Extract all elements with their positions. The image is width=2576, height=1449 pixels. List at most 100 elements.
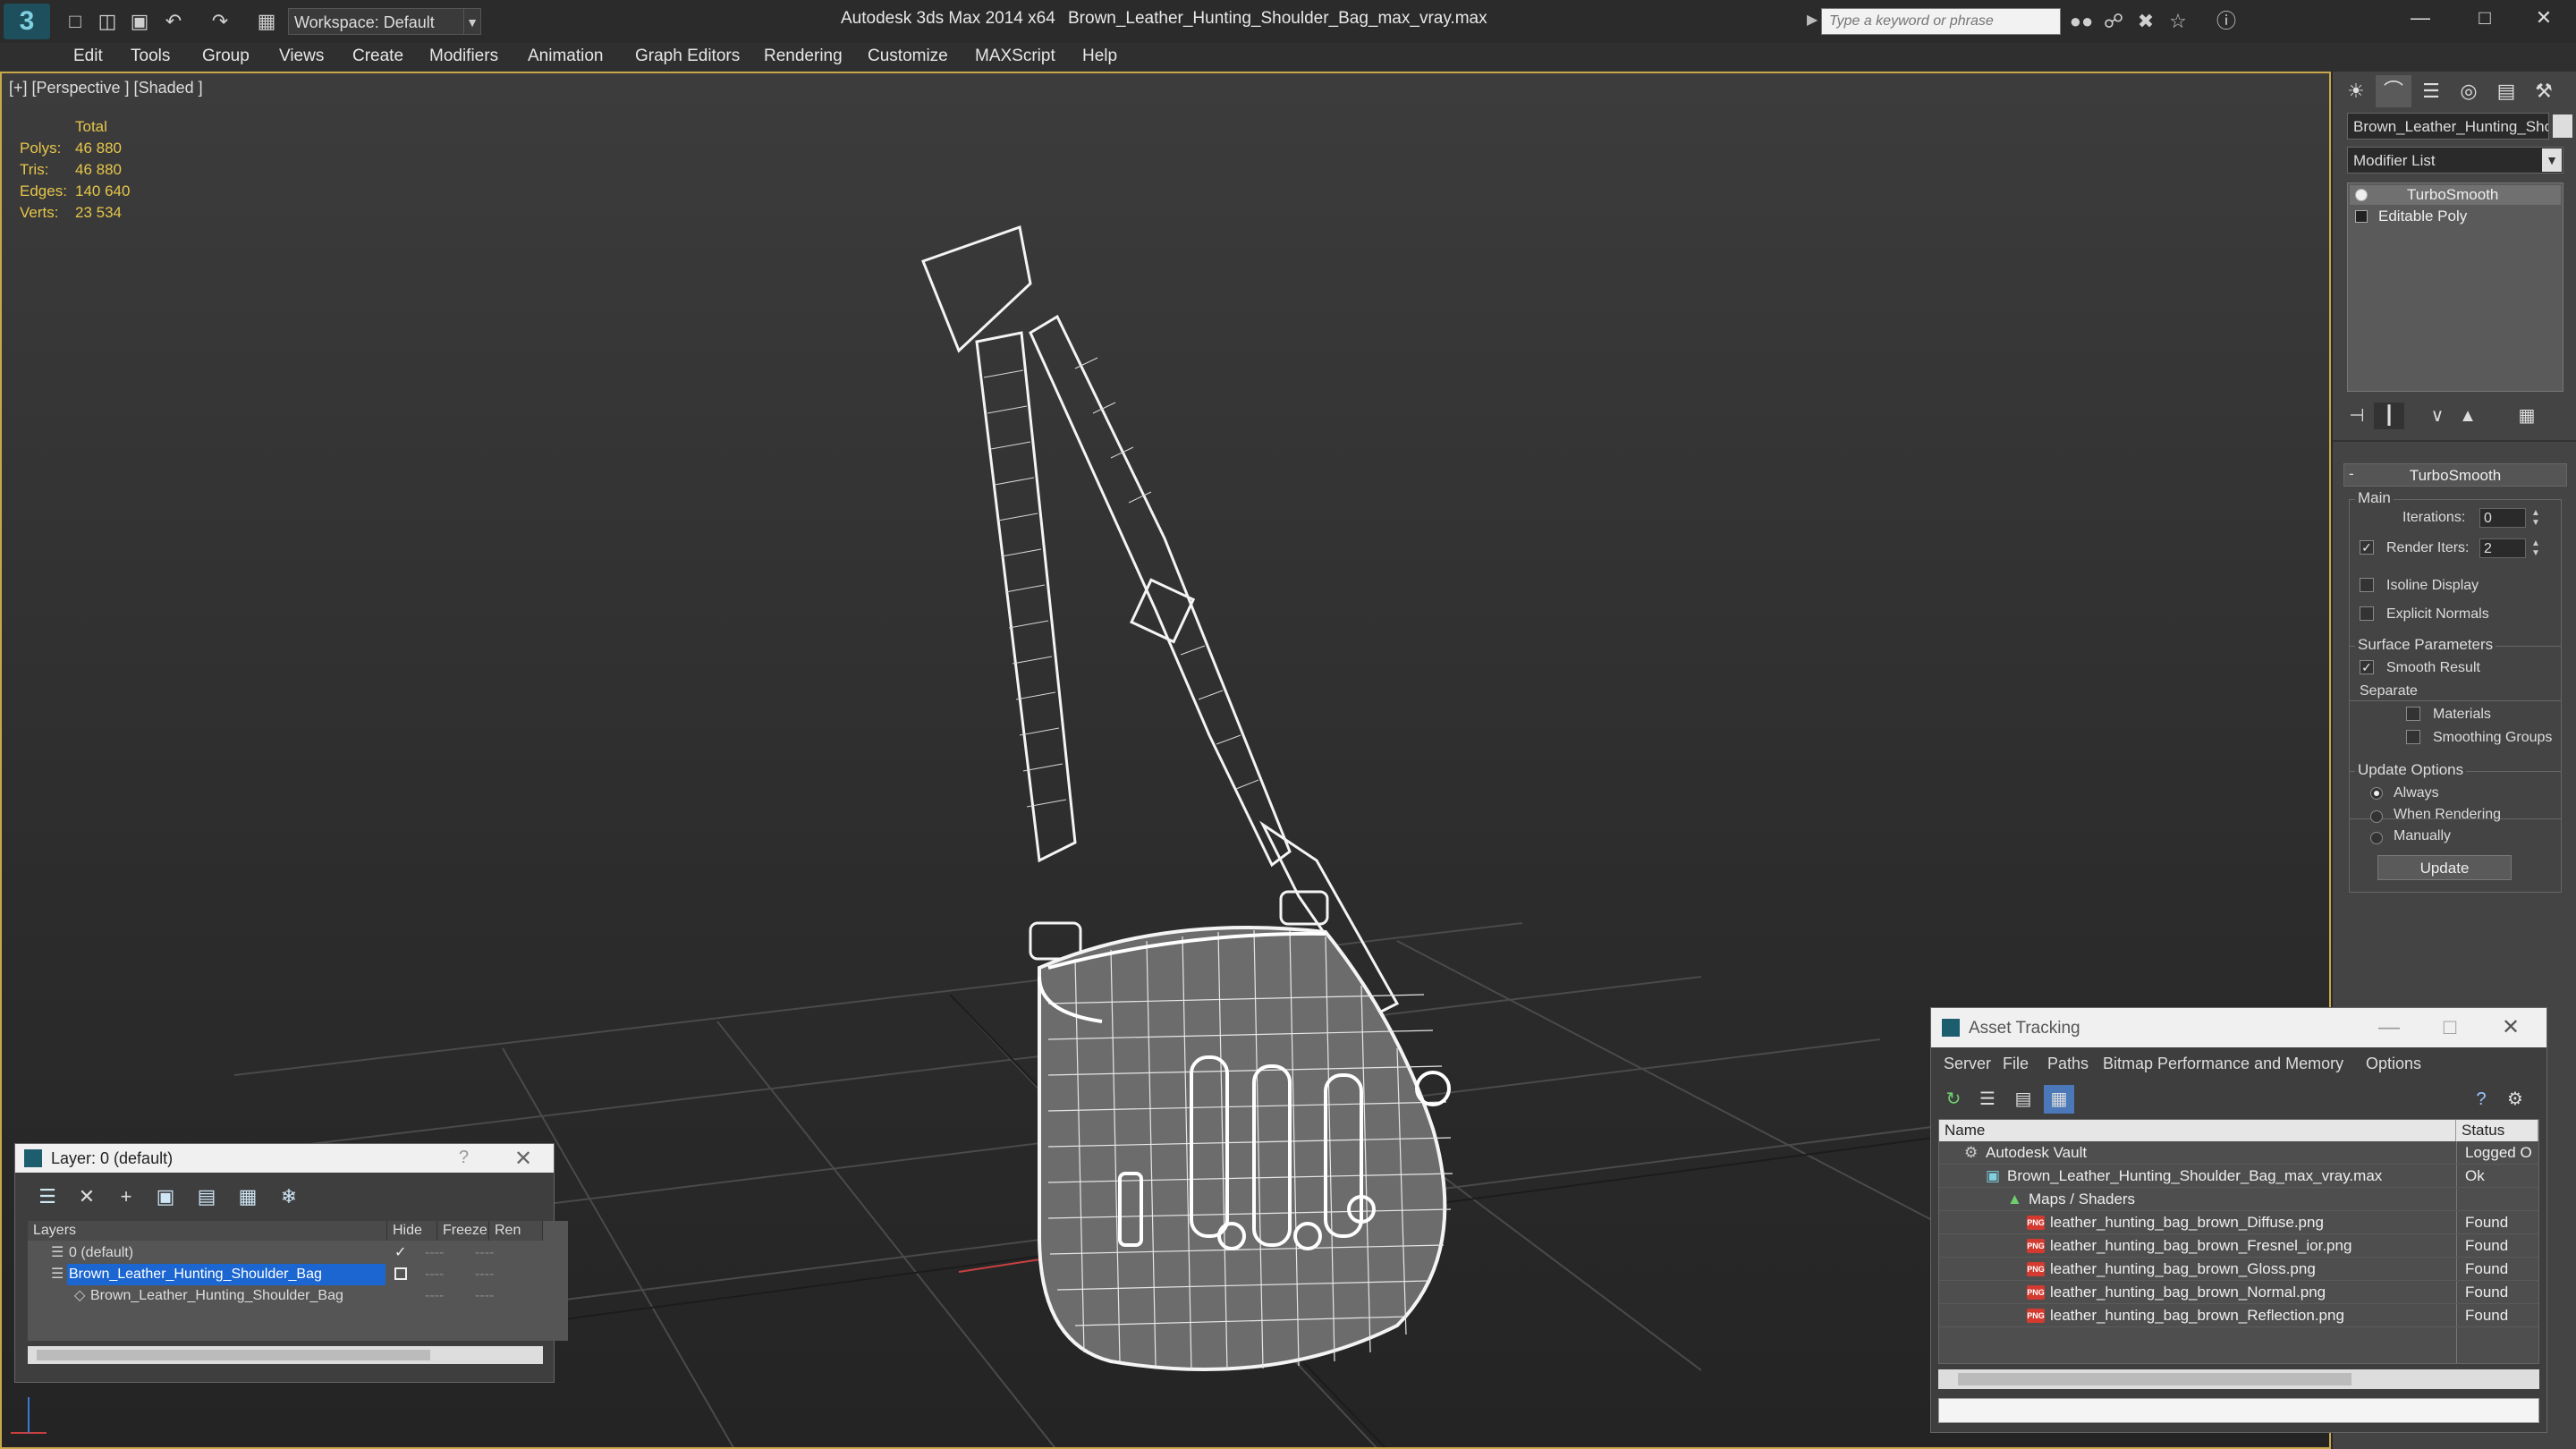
close-icon[interactable]: ✕	[2484, 1013, 2538, 1042]
stack-item-editable-poly[interactable]: Editable Poly	[2350, 207, 2561, 226]
display-tab-icon[interactable]: ▤	[2488, 75, 2524, 107]
menu-maxscript[interactable]: MAXScript	[975, 47, 1055, 66]
menu-options[interactable]: Options	[2366, 1055, 2421, 1073]
new-layer-icon[interactable]: ☰	[31, 1183, 64, 1210]
delete-layer-icon[interactable]: ✕	[71, 1183, 103, 1210]
thumbnail-view-icon[interactable]: ▤	[2008, 1085, 2038, 1114]
add-to-layer-icon[interactable]: +	[110, 1183, 142, 1210]
menu-views[interactable]: Views	[279, 47, 324, 66]
update-button[interactable]: Update	[2377, 855, 2512, 880]
table-row[interactable]: ☰ Brown_Leather_Hunting_Shoulder_Bag ---…	[28, 1264, 543, 1285]
subscription-icon[interactable]: ☍	[2100, 9, 2127, 34]
column-header-name[interactable]: Name	[1939, 1120, 2456, 1141]
binoculars-icon[interactable]: ●●	[2068, 9, 2095, 34]
table-row[interactable]: ▲ Maps / Shaders	[1939, 1188, 2538, 1211]
app-logo-icon[interactable]: 3	[4, 4, 50, 39]
object-name-field[interactable]: Brown_Leather_Hunting_Sho	[2347, 113, 2549, 140]
table-row[interactable]: ◇ Brown_Leather_Hunting_Shoulder_Bag ---…	[28, 1285, 543, 1307]
communication-icon[interactable]: ✖	[2132, 9, 2159, 34]
redo-icon[interactable]: ↷	[208, 9, 233, 34]
menu-animation[interactable]: Animation	[528, 47, 604, 66]
when-rendering-radio[interactable]	[2370, 810, 2383, 823]
object-color-swatch[interactable]	[2553, 114, 2572, 138]
layer-name[interactable]: Brown_Leather_Hunting_Shoulder_Bag	[67, 1264, 386, 1285]
stack-item-turbosmooth[interactable]: TurboSmooth	[2350, 185, 2561, 205]
menu-bitmap-performance[interactable]: Bitmap Performance and Memory	[2103, 1055, 2343, 1073]
pin-stack-icon[interactable]: ⊣	[2342, 402, 2372, 429]
turbosmooth-rollout-header[interactable]: TurboSmooth	[2343, 463, 2567, 487]
help-icon[interactable]: ⓘ	[2213, 9, 2240, 34]
open-file-icon[interactable]: ◫	[95, 9, 120, 34]
column-header-layers[interactable]: Layers	[28, 1221, 387, 1241]
new-file-icon[interactable]: □	[63, 9, 88, 34]
smooth-result-checkbox[interactable]: ✓	[2360, 660, 2374, 674]
modifier-list-dropdown[interactable]: Modifier List	[2347, 147, 2563, 174]
menu-tools[interactable]: Tools	[131, 47, 170, 66]
object-name[interactable]: Brown_Leather_Hunting_Shoulder_Bag	[90, 1285, 343, 1307]
render-iters-checkbox[interactable]: ✓	[2360, 540, 2374, 555]
menu-server[interactable]: Server	[1944, 1055, 1991, 1073]
layer-dialog-titlebar[interactable]: Layer: 0 (default) ? ✕	[15, 1144, 554, 1173]
current-layer-box-icon[interactable]	[394, 1267, 407, 1280]
isoline-display-checkbox[interactable]	[2360, 578, 2374, 592]
table-view-icon[interactable]: ▦	[2044, 1085, 2074, 1114]
asset-tracking-titlebar[interactable]: Asset Tracking — □ ✕	[1931, 1008, 2546, 1047]
maximize-icon[interactable]: □	[2423, 1013, 2477, 1042]
workspace-selector[interactable]: Workspace: Default	[288, 8, 465, 35]
configure-sets-icon[interactable]: ▦	[2512, 402, 2542, 429]
scrollbar-thumb[interactable]	[1958, 1373, 2351, 1385]
minimize-icon[interactable]: —	[2362, 1013, 2416, 1042]
help-icon[interactable]: ?	[2466, 1085, 2496, 1114]
explicit-normals-checkbox[interactable]	[2360, 606, 2374, 621]
close-icon[interactable]: ✕	[2512, 0, 2576, 36]
make-unique-icon[interactable]: ∨	[2422, 402, 2453, 429]
settings-icon[interactable]: ⚙	[2500, 1085, 2530, 1114]
table-row[interactable]: ▣ Brown_Leather_Hunting_Shoulder_Bag_max…	[1939, 1165, 2538, 1188]
menu-modifiers[interactable]: Modifiers	[429, 47, 498, 66]
table-row[interactable]: PNG leather_hunting_bag_brown_Gloss.png …	[1939, 1258, 2538, 1281]
chevron-down-icon[interactable]: ▼	[2542, 148, 2562, 172]
freeze-all-icon[interactable]: ❄	[273, 1183, 305, 1210]
highlight-layer-icon[interactable]: ▤	[191, 1183, 223, 1210]
expand-icon[interactable]	[2355, 210, 2368, 223]
undo-icon[interactable]: ↶	[161, 9, 186, 34]
favorites-star-icon[interactable]: ☆	[2165, 9, 2191, 34]
collapse-icon[interactable]: -	[2349, 465, 2354, 483]
table-row[interactable]: PNG leather_hunting_bag_brown_Normal.png…	[1939, 1281, 2538, 1304]
always-radio[interactable]	[2370, 787, 2383, 800]
column-header-status[interactable]: Status	[2456, 1120, 2538, 1141]
menu-graph-editors[interactable]: Graph Editors	[635, 47, 740, 66]
create-tab-icon[interactable]: ☀	[2338, 75, 2374, 107]
table-row[interactable]: ⚙ Autodesk Vault Logged O	[1939, 1141, 2538, 1165]
search-expand-icon[interactable]: ▶	[1807, 11, 1818, 29]
chevron-down-icon[interactable]: ▼	[463, 8, 481, 35]
hierarchy-tab-icon[interactable]: ☰	[2413, 75, 2449, 107]
viewport-label[interactable]: [+] [Perspective ] [Shaded ]	[9, 79, 203, 97]
bulb-icon[interactable]	[2355, 189, 2368, 201]
table-row[interactable]: PNG leather_hunting_bag_brown_Fresnel_io…	[1939, 1234, 2538, 1258]
menu-group[interactable]: Group	[202, 47, 250, 66]
select-objects-icon[interactable]: ▣	[149, 1183, 182, 1210]
close-icon[interactable]: ✕	[514, 1146, 532, 1172]
show-end-result-icon[interactable]: ┃	[2374, 402, 2404, 429]
list-view-icon[interactable]: ☰	[1972, 1085, 2003, 1114]
help-icon[interactable]: ?	[459, 1148, 469, 1168]
table-row[interactable]: PNG leather_hunting_bag_brown_Reflection…	[1939, 1304, 2538, 1327]
remove-modifier-icon[interactable]: ▲	[2453, 402, 2483, 429]
spinner-arrows-icon[interactable]: ▲ ▼	[2531, 538, 2540, 558]
render-iters-input[interactable]: 2	[2479, 538, 2526, 558]
column-header-freeze[interactable]: Freeze	[437, 1221, 489, 1241]
menu-edit[interactable]: Edit	[73, 47, 103, 66]
table-row[interactable]: ☰ 0 (default) ✓ ---- ----	[28, 1242, 543, 1264]
menu-customize[interactable]: Customize	[868, 47, 948, 66]
layer-name[interactable]: 0 (default)	[69, 1242, 133, 1264]
menu-file[interactable]: File	[2003, 1055, 2029, 1073]
menu-create[interactable]: Create	[352, 47, 403, 66]
asset-path-field[interactable]	[1938, 1398, 2539, 1423]
iterations-input[interactable]: 0	[2479, 508, 2526, 528]
modify-tab-icon[interactable]: ⌒	[2376, 75, 2411, 107]
menu-paths[interactable]: Paths	[2047, 1055, 2089, 1073]
checkmark-icon[interactable]: ✓	[394, 1242, 406, 1264]
column-header-render[interactable]: Ren	[489, 1221, 543, 1241]
minimize-icon[interactable]: —	[2388, 0, 2453, 36]
